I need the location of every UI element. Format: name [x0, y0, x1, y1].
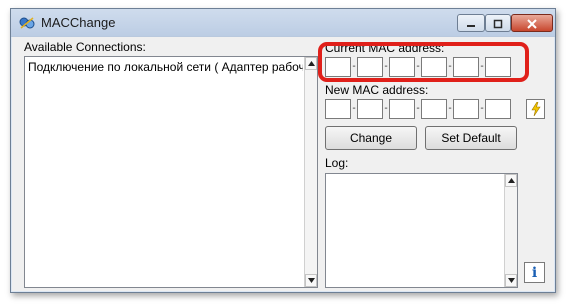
arrow-up-icon	[507, 178, 515, 183]
list-item[interactable]: Подключение по локальной сети ( Адаптер …	[28, 60, 303, 74]
scroll-down-button[interactable]	[305, 274, 317, 287]
minimize-icon	[467, 25, 475, 27]
new-mac-octet-1[interactable]	[325, 99, 351, 119]
network-icon	[19, 17, 35, 29]
connections-scrollbar[interactable]	[304, 57, 317, 287]
new-mac-octet-6[interactable]	[485, 99, 511, 119]
new-mac-fields: - - - - -	[325, 99, 511, 119]
random-mac-button[interactable]	[526, 99, 545, 119]
close-icon	[527, 19, 537, 29]
minimize-button[interactable]	[457, 14, 485, 32]
close-button[interactable]	[511, 14, 553, 32]
lightning-icon	[530, 102, 541, 116]
arrow-down-icon	[307, 278, 315, 283]
log-scroll-up-button[interactable]	[505, 174, 517, 187]
new-mac-octet-3[interactable]	[389, 99, 415, 119]
maximize-icon	[493, 19, 503, 29]
info-button[interactable]: i	[524, 262, 545, 283]
arrow-down-icon	[507, 278, 515, 283]
window-title: MACChange	[41, 15, 116, 30]
set-default-button[interactable]: Set Default	[425, 126, 517, 150]
current-mac-highlight	[318, 42, 529, 82]
scroll-up-button[interactable]	[305, 57, 317, 70]
change-button[interactable]: Change	[325, 126, 417, 150]
connections-list[interactable]: Подключение по локальной сети ( Адаптер …	[24, 56, 318, 288]
maximize-button[interactable]	[485, 14, 511, 32]
log-area[interactable]	[325, 173, 518, 288]
title-bar[interactable]: MACChange	[11, 9, 555, 37]
macchange-window: MACChange Available Connections: Подключ…	[10, 8, 556, 293]
available-connections-label: Available Connections:	[24, 40, 146, 54]
new-mac-label: New MAC address:	[325, 83, 429, 97]
log-scroll-down-button[interactable]	[505, 274, 517, 287]
new-mac-octet-4[interactable]	[421, 99, 447, 119]
new-mac-octet-5[interactable]	[453, 99, 479, 119]
arrow-up-icon	[307, 61, 315, 66]
new-mac-octet-2[interactable]	[357, 99, 383, 119]
log-scrollbar[interactable]	[504, 174, 517, 287]
log-label: Log:	[325, 156, 349, 170]
